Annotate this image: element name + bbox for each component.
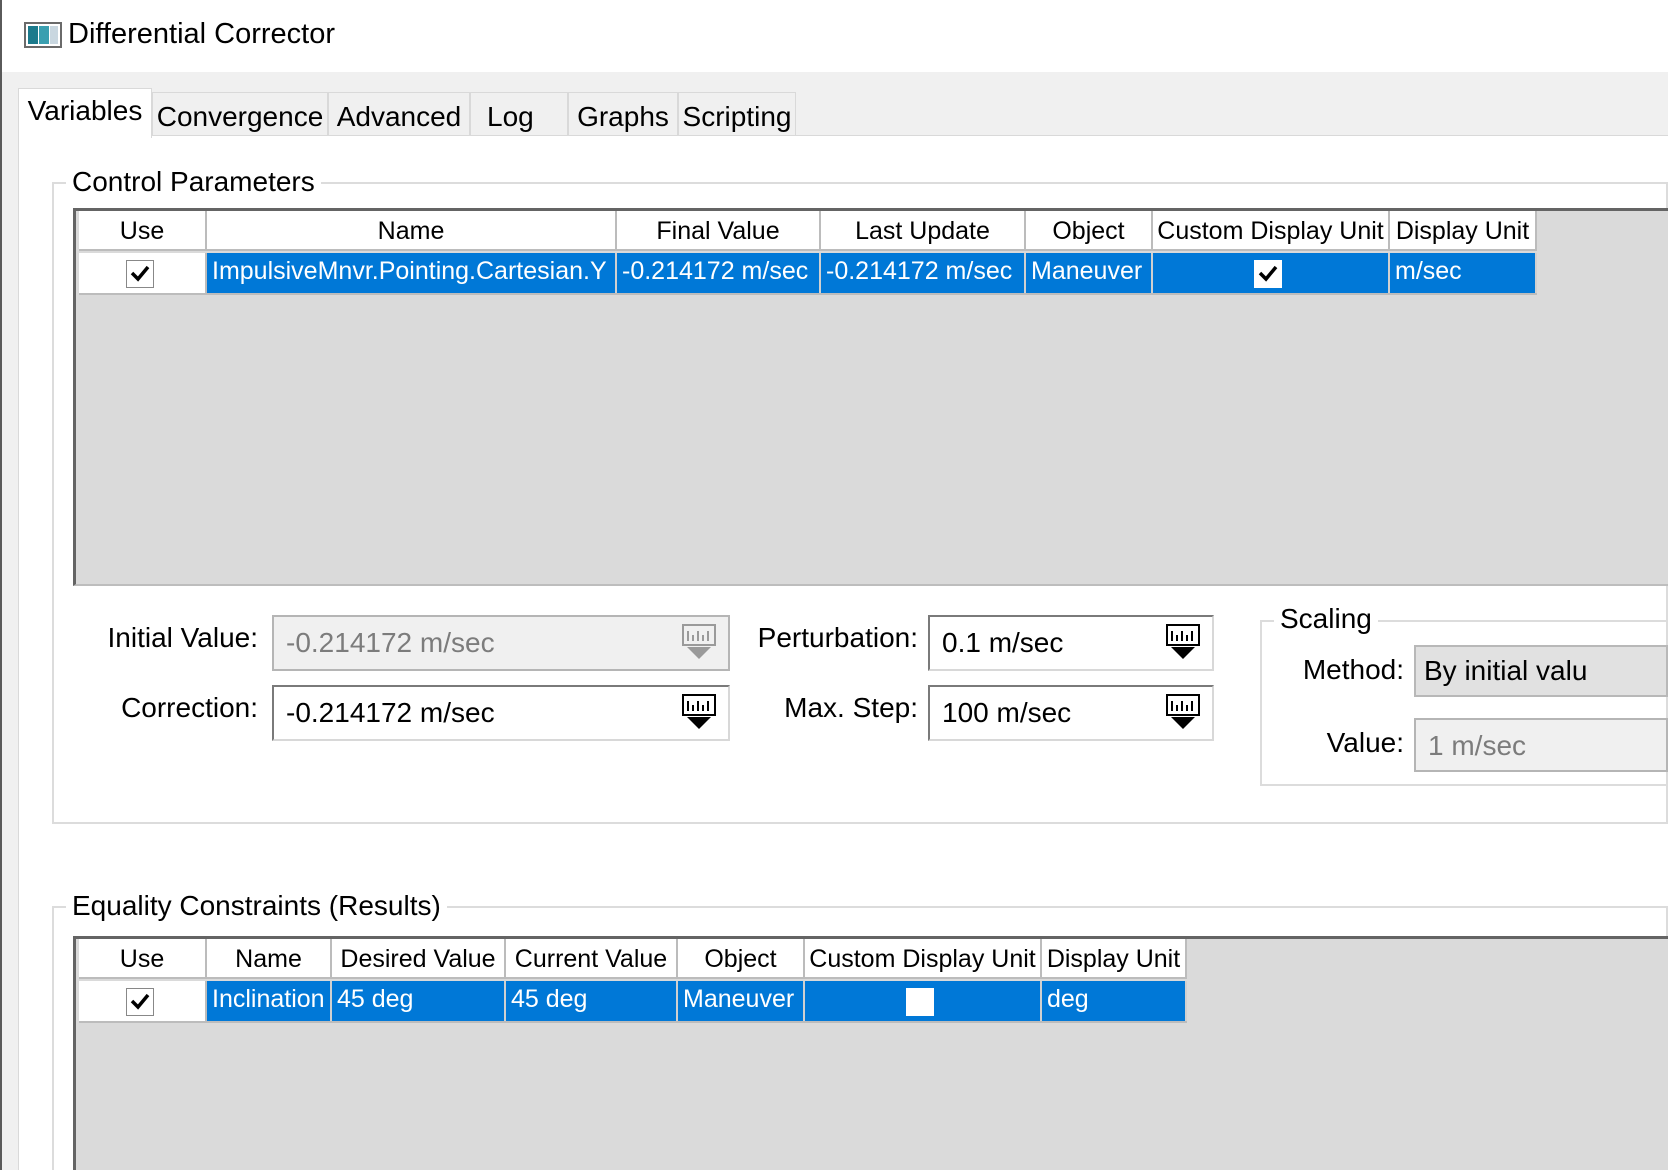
- col-header-custom-display-unit[interactable]: Custom Display Unit: [805, 939, 1042, 979]
- check-icon: [1258, 265, 1278, 282]
- custom-display-unit-checkbox[interactable]: [1254, 260, 1282, 288]
- tab-log[interactable]: Log: [470, 92, 568, 136]
- scaling-value-field: 1 m/sec: [1414, 718, 1668, 772]
- unit-selector-icon[interactable]: [680, 693, 718, 733]
- title-bar: Differential Corrector: [2, 0, 1668, 72]
- tab-convergence[interactable]: Convergence: [152, 92, 328, 136]
- perturbation-field[interactable]: 0.1 m/sec: [928, 615, 1214, 671]
- col-header-current-value[interactable]: Current Value: [506, 939, 678, 979]
- max-step-label: Max. Step:: [784, 692, 918, 723]
- control-parameters-title: Control Parameters: [66, 166, 321, 198]
- tab-strip: Variables Convergence Advanced Log Graph…: [18, 88, 1668, 138]
- table-row-use-cell[interactable]: [79, 981, 207, 1021]
- table-row-custom-display-unit-cell[interactable]: [1153, 253, 1390, 293]
- table-row-display-unit[interactable]: m/sec: [1390, 253, 1537, 293]
- perturbation-text: 0.1 m/sec: [942, 627, 1064, 658]
- table-row-current-value[interactable]: 45 deg: [506, 981, 678, 1021]
- row-divider: [79, 293, 1537, 295]
- table-row-name[interactable]: ImpulsiveMnvr.Pointing.Cartesian.Y: [207, 253, 617, 293]
- window-left-edge: [0, 0, 2, 1170]
- scaling-method-label: Method:: [1302, 654, 1404, 685]
- correction-field[interactable]: -0.214172 m/sec: [272, 685, 730, 741]
- scaling-method-dropdown[interactable]: By initial valu: [1414, 645, 1668, 697]
- perturbation-label: Perturbation:: [757, 622, 918, 653]
- col-header-use[interactable]: Use: [79, 939, 207, 979]
- row-divider: [79, 1021, 1187, 1023]
- max-step-field[interactable]: 100 m/sec: [928, 685, 1214, 741]
- table-row-desired-value[interactable]: 45 deg: [332, 981, 506, 1021]
- use-checkbox[interactable]: [126, 260, 154, 288]
- correction-text: -0.214172 m/sec: [286, 697, 495, 728]
- check-icon: [130, 265, 150, 282]
- unit-selector-icon[interactable]: [1164, 623, 1202, 663]
- col-header-name[interactable]: Name: [207, 939, 332, 979]
- scaling-title: Scaling: [1274, 603, 1378, 635]
- table-row-last-update[interactable]: -0.214172 m/sec: [821, 253, 1026, 293]
- initial-value-field: -0.214172 m/sec: [272, 615, 730, 671]
- equality-constraints-grid[interactable]: Use Name Desired Value Current Value Obj…: [73, 936, 1668, 1170]
- table-row-final-value[interactable]: -0.214172 m/sec: [617, 253, 821, 293]
- table-row-object[interactable]: Maneuver: [1026, 253, 1153, 293]
- col-header-display-unit[interactable]: Display Unit: [1042, 939, 1187, 979]
- col-header-custom-display-unit[interactable]: Custom Display Unit: [1153, 211, 1390, 251]
- tab-graphs[interactable]: Graphs: [568, 92, 678, 136]
- table-row-display-unit[interactable]: deg: [1042, 981, 1187, 1021]
- unit-selector-icon[interactable]: [1164, 693, 1202, 733]
- tab-scripting[interactable]: Scripting: [678, 92, 796, 136]
- correction-label: Correction:: [121, 692, 258, 723]
- custom-display-unit-checkbox[interactable]: [906, 988, 934, 1016]
- table-row-name[interactable]: Inclination: [207, 981, 332, 1021]
- scaling-value-label: Value:: [1326, 727, 1404, 758]
- col-header-object[interactable]: Object: [1026, 211, 1153, 251]
- col-header-final-value[interactable]: Final Value: [617, 211, 821, 251]
- col-header-use[interactable]: Use: [79, 211, 207, 251]
- initial-value-text: -0.214172 m/sec: [286, 627, 495, 658]
- col-header-display-unit[interactable]: Display Unit: [1390, 211, 1537, 251]
- table-row-object[interactable]: Maneuver: [678, 981, 805, 1021]
- tab-variables[interactable]: Variables: [18, 88, 152, 138]
- col-header-object[interactable]: Object: [678, 939, 805, 979]
- initial-value-label: Initial Value:: [107, 622, 258, 653]
- max-step-text: 100 m/sec: [942, 697, 1072, 728]
- app-icon: [24, 22, 62, 48]
- check-icon: [130, 993, 150, 1010]
- col-header-desired-value[interactable]: Desired Value: [332, 939, 506, 979]
- equality-constraints-title: Equality Constraints (Results): [66, 890, 447, 922]
- table-row-custom-display-unit-cell[interactable]: [805, 981, 1042, 1021]
- tab-advanced[interactable]: Advanced: [328, 92, 470, 136]
- col-header-last-update[interactable]: Last Update: [821, 211, 1026, 251]
- unit-selector-icon: [682, 624, 716, 659]
- window-title: Differential Corrector: [68, 18, 336, 50]
- table-row-use-cell[interactable]: [79, 253, 207, 293]
- control-parameters-grid[interactable]: Use Name Final Value Last Update Object …: [73, 208, 1668, 586]
- col-header-name[interactable]: Name: [207, 211, 617, 251]
- use-checkbox[interactable]: [126, 988, 154, 1016]
